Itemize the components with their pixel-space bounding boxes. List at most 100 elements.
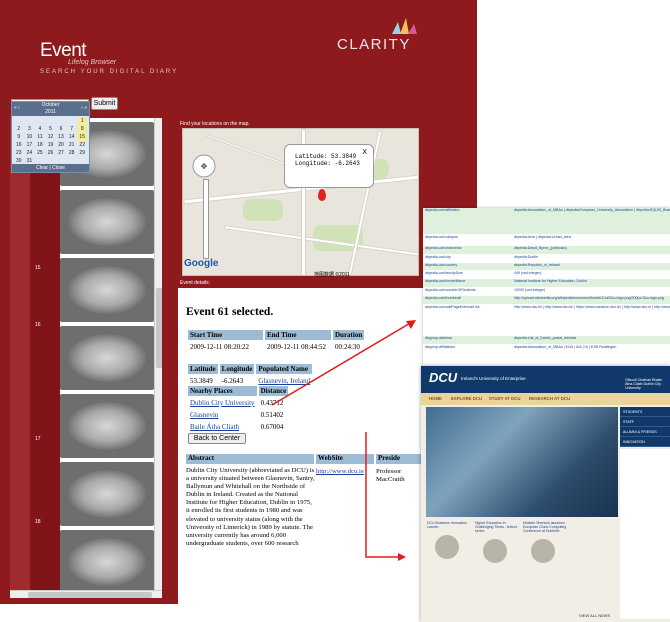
scrollbar-thumb[interactable] bbox=[156, 288, 162, 368]
dcu-nav-item[interactable]: HOME bbox=[429, 396, 442, 401]
calendar-day[interactable]: 5 bbox=[46, 126, 56, 133]
longitude-value: -6.2643 bbox=[334, 160, 360, 167]
date-picker: « ‹ October 2011 › » 1 2 3 4 5 6 7 8 9 10 11 12 13 14… bbox=[11, 101, 90, 173]
dcu-noticeboard bbox=[620, 449, 670, 619]
dbpedia-property[interactable]: dbpedia-owl:campus bbox=[425, 235, 458, 239]
horizontal-scrollbar[interactable] bbox=[10, 590, 162, 598]
dbpedia-value[interactable]: http://upload.wikimedia.org/wikipedia/co… bbox=[514, 296, 664, 300]
calendar-year: 2011 bbox=[45, 109, 56, 115]
dbpedia-value[interactable]: http://www.dcu.ie/ | http://www.dcu.ie/ … bbox=[514, 305, 670, 309]
calendar-day[interactable]: 3 bbox=[25, 126, 35, 133]
lifelog-thumbnail[interactable] bbox=[60, 190, 154, 254]
dbpedia-value[interactable]: dbpedia:Dublin bbox=[514, 255, 538, 259]
calendar-day[interactable]: 6 bbox=[56, 126, 66, 133]
dcu-news-title[interactable]: Higher Education in Challenging Times - … bbox=[475, 521, 519, 533]
dcu-nav-item[interactable]: STUDY AT DCU bbox=[489, 396, 520, 401]
calendar-day[interactable]: 15 bbox=[77, 134, 87, 141]
dcu-side-link[interactable]: STAFF bbox=[620, 417, 670, 427]
dbpedia-property[interactable]: dbpedia-owl:thumbnail bbox=[425, 296, 461, 300]
calendar-day bbox=[14, 118, 24, 125]
calendar-day[interactable]: 2 bbox=[14, 126, 24, 133]
close-icon[interactable]: X bbox=[362, 149, 367, 156]
calendar-day[interactable]: 22 bbox=[77, 142, 87, 149]
calendar-next-button[interactable]: › » bbox=[81, 105, 87, 112]
dcu-news-item[interactable]: Higher Education in Challenging Times - … bbox=[475, 521, 519, 567]
dbpedia-property[interactable]: dbpedia-owl:numberOfStudents bbox=[425, 288, 476, 292]
dbpedia-value[interactable]: dbpedia:List_of_Dublin_postal_districts bbox=[514, 336, 576, 340]
calendar-day[interactable]: 19 bbox=[46, 142, 56, 149]
lifelog-thumbnail[interactable] bbox=[60, 530, 154, 594]
calendar-day[interactable]: 21 bbox=[67, 142, 77, 149]
map-marker-icon[interactable] bbox=[318, 189, 326, 201]
calendar-day[interactable]: 14 bbox=[67, 134, 77, 141]
dbpedia-property[interactable]: dbpprop:address bbox=[425, 336, 452, 340]
dbpedia-value[interactable]: dbpedia:Association_of_MBAs | EUA | IUA … bbox=[514, 345, 616, 349]
dbpedia-property[interactable]: dbpedia-owl:chancellor bbox=[425, 246, 462, 250]
dcu-nav-item[interactable]: EXPLORE DCU bbox=[451, 396, 482, 401]
dcu-news-item[interactable]: Minister Sherlock launches European Clou… bbox=[523, 521, 567, 567]
dcu-hero-image[interactable] bbox=[426, 407, 618, 517]
calendar-clear-close[interactable]: Clear | Close bbox=[12, 164, 89, 172]
calendar-day[interactable]: 13 bbox=[56, 134, 66, 141]
calendar-day[interactable]: 18 bbox=[35, 142, 45, 149]
dcu-news-title[interactable]: DCU Business Innovation Launch bbox=[427, 521, 471, 529]
lifelog-thumbnail[interactable] bbox=[60, 326, 154, 390]
calendar-day[interactable]: 10 bbox=[25, 134, 35, 141]
calendar-day[interactable]: 24 bbox=[25, 150, 35, 157]
dcu-side-link[interactable]: ALUMNI & FRIENDS bbox=[620, 427, 670, 437]
dcu-side-link[interactable]: STUDENTS bbox=[620, 407, 670, 417]
website-link[interactable]: http://www.dcu.ie bbox=[316, 468, 364, 475]
calendar-day[interactable]: 9 bbox=[14, 134, 24, 141]
dbpedia-value[interactable]: dbpedia:Association_of_MBAs | dbpedia:Eu… bbox=[514, 208, 670, 212]
lifelog-thumbnail[interactable] bbox=[60, 258, 154, 322]
dbpedia-property[interactable]: dbpedia-owl:affiliation bbox=[425, 208, 460, 212]
dbpedia-value[interactable]: 10000 (xsd:integer) bbox=[514, 288, 545, 292]
dcu-nav: HOME EXPLORE DCU STUDY AT DCU RESEARCH A… bbox=[421, 393, 670, 405]
dbpedia-value[interactable]: dbpedia:Acre | dbpedia:Urban_area bbox=[514, 235, 571, 239]
clarity-brand: CLARITY bbox=[337, 36, 411, 53]
nearby-place-link[interactable]: Baile Átha Cliath bbox=[190, 423, 239, 431]
dcu-nav-item[interactable]: RESEARCH AT DCU bbox=[529, 396, 570, 401]
dcu-side-link[interactable]: INNOVATION bbox=[620, 437, 670, 447]
dbpedia-property[interactable]: dbpedia-owl:city bbox=[425, 255, 451, 259]
lifelog-thumbnail[interactable] bbox=[60, 462, 154, 526]
dcu-news-item[interactable]: DCU Business Innovation Launch bbox=[427, 521, 471, 563]
scrollbar-thumb[interactable] bbox=[28, 592, 152, 598]
nearby-places-header: Nearby Places bbox=[188, 386, 257, 396]
calendar-day[interactable]: 4 bbox=[35, 126, 45, 133]
calendar-day[interactable]: 16 bbox=[14, 142, 24, 149]
dbpedia-property[interactable]: dbpedia-owl:wikiPageExternalLink bbox=[425, 305, 480, 309]
calendar-prev-button[interactable]: « ‹ bbox=[14, 105, 20, 112]
back-to-center-button[interactable]: Back to Center bbox=[188, 433, 246, 444]
dcu-news-title[interactable]: Minister Sherlock launches European Clou… bbox=[523, 521, 567, 533]
nearby-place-link[interactable]: Glasnevin bbox=[190, 411, 218, 419]
calendar-day[interactable]: 20 bbox=[56, 142, 66, 149]
map-zoom-slider[interactable] bbox=[203, 179, 209, 259]
dbpedia-value[interactable]: dbpedia:David_Byrne_(politician) bbox=[514, 246, 567, 250]
dcu-irish-name: Ollscoil Chathair Bhaile Átha Cliath Dub… bbox=[625, 378, 663, 390]
vertical-scrollbar[interactable] bbox=[154, 118, 162, 590]
submit-button[interactable]: Submit bbox=[91, 97, 118, 110]
dbpedia-value[interactable]: National Institute for Higher Education,… bbox=[514, 279, 587, 283]
calendar-day[interactable]: 26 bbox=[46, 150, 56, 157]
calendar-day[interactable]: 12 bbox=[46, 134, 56, 141]
dbpedia-property[interactable]: dbpedia-owl:facultySize bbox=[425, 271, 463, 275]
calendar-day[interactable]: 25 bbox=[35, 150, 45, 157]
dbpedia-property[interactable]: dbpprop:affiliations bbox=[425, 345, 455, 349]
dbpedia-value[interactable]: 449 (xsd:integer) bbox=[514, 271, 541, 275]
calendar-day[interactable]: 1 bbox=[77, 118, 87, 125]
lifelog-thumbnail[interactable] bbox=[60, 394, 154, 458]
calendar-day[interactable]: 7 bbox=[67, 126, 77, 133]
calendar-day[interactable]: 27 bbox=[56, 150, 66, 157]
view-all-news-link[interactable]: VIEW ALL NEWS bbox=[579, 613, 610, 618]
dbpedia-property[interactable]: dbpedia-owl:country bbox=[425, 263, 457, 267]
calendar-day[interactable]: 17 bbox=[25, 142, 35, 149]
calendar-day[interactable]: 8 bbox=[77, 126, 87, 133]
calendar-day[interactable]: 23 bbox=[14, 150, 24, 157]
calendar-day[interactable]: 28 bbox=[67, 150, 77, 157]
calendar-day[interactable]: 11 bbox=[35, 134, 45, 141]
nearby-place-link[interactable]: Dublin City University bbox=[190, 399, 255, 407]
dbpedia-property[interactable]: dbpedia-owl:formerName bbox=[425, 279, 465, 283]
calendar-day[interactable]: 29 bbox=[77, 150, 87, 157]
dbpedia-value[interactable]: dbpedia:Republic_of_Ireland bbox=[514, 263, 560, 267]
